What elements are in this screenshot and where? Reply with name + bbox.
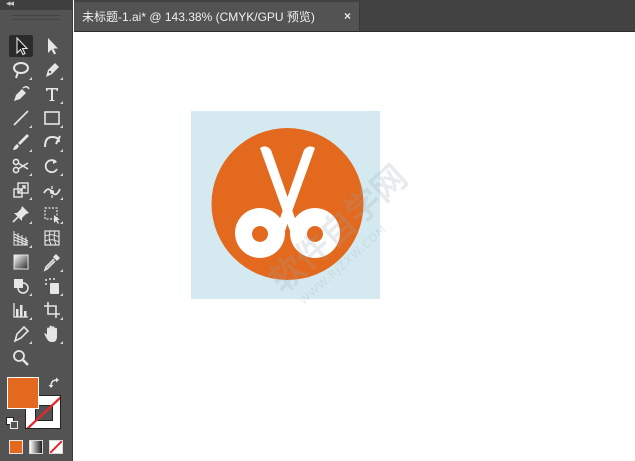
mesh-tool[interactable] [40,227,64,249]
warp-tool[interactable] [40,179,64,201]
pen-icon [46,63,59,77]
line-segment-icon [13,110,29,126]
type-icon [46,88,58,101]
gradient-mode-button[interactable] [29,440,43,454]
lasso-tool[interactable] [9,59,33,81]
zoom-tool[interactable] [9,347,33,369]
artboard-tool[interactable] [40,299,64,321]
paintbrush-tool[interactable] [9,131,33,153]
live-paint-bucket-icon [45,278,59,294]
none-mode-button[interactable] [49,440,63,454]
perspective-grid-tool[interactable] [9,227,33,249]
puppet-warp-tool[interactable] [9,203,33,225]
gradient-icon [13,254,29,270]
width-tool-icon [43,186,61,198]
free-transform-tool[interactable] [40,203,64,225]
slice-tool[interactable] [9,323,33,345]
default-fill-stroke-icon[interactable] [6,417,18,429]
color-mode-button[interactable] [9,440,23,454]
direct-selection-tool[interactable] [40,35,64,57]
scissors-tool-icon [12,158,29,174]
symbol-sprayer-tool[interactable] [40,275,64,297]
document-tab-bar: 未标题-1.ai* @ 143.38% (CMYK/GPU 预览) × [74,0,635,32]
artboard-icon [44,302,60,318]
canvas[interactable]: 软件自学网 WWW.RJZXW.COM [74,32,635,461]
scissors-icon[interactable] [211,128,364,280]
column-graph-tool[interactable] [9,299,33,321]
rotate-icon [44,159,58,174]
magic-wand-icon [13,62,29,79]
document-tab-title: 未标题-1.ai* @ 143.38% (CMYK/GPU 预览) [82,10,315,24]
eraser-pen-icon [13,325,30,343]
selection-arrow-icon [16,36,29,56]
rectangle-tool[interactable] [40,107,64,129]
scissors-tool[interactable] [9,155,33,177]
zoom-icon [13,350,29,366]
pin-icon [12,206,29,223]
shape-builder-icon [14,279,29,294]
hand-icon [44,325,57,342]
collapse-panel-icon[interactable]: ◂◂ [6,0,14,9]
bar-graph-icon [13,303,28,318]
selection-tool[interactable] [9,35,33,57]
perspective-grid-icon [13,231,29,246]
direct-selection-arrow-icon [48,38,58,55]
shaper-icon [44,135,61,148]
hand-tool[interactable] [40,323,64,345]
none-slash-icon [50,441,62,453]
gradient-tool[interactable] [9,251,33,273]
scale-icon [13,182,29,198]
line-tool[interactable] [9,107,33,129]
free-transform-icon [44,207,60,224]
swap-fill-stroke-icon[interactable] [48,376,62,390]
curvature-pen-icon [14,85,30,101]
scale-tool[interactable] [9,179,33,201]
blob-brush-tool[interactable] [40,131,64,153]
tools-panel-header[interactable]: ◂◂ [0,0,73,10]
type-tool[interactable] [40,83,64,105]
tools-panel: ◂◂ [0,0,73,461]
panel-grip[interactable] [12,15,60,20]
curvature-tool[interactable] [9,83,33,105]
blend-tool[interactable] [9,275,33,297]
eyedropper-tool[interactable] [40,251,64,273]
close-tab-button[interactable]: × [344,9,351,23]
fill-swatch[interactable] [7,377,39,409]
rectangle-icon [44,111,60,125]
document-tab[interactable]: 未标题-1.ai* @ 143.38% (CMYK/GPU 预览) × [74,2,360,31]
eyedropper-icon [43,254,60,272]
rotate-tool[interactable] [40,155,64,177]
pen-tool[interactable] [40,59,64,81]
mesh-icon [44,230,60,246]
paintbrush-icon [13,134,29,150]
